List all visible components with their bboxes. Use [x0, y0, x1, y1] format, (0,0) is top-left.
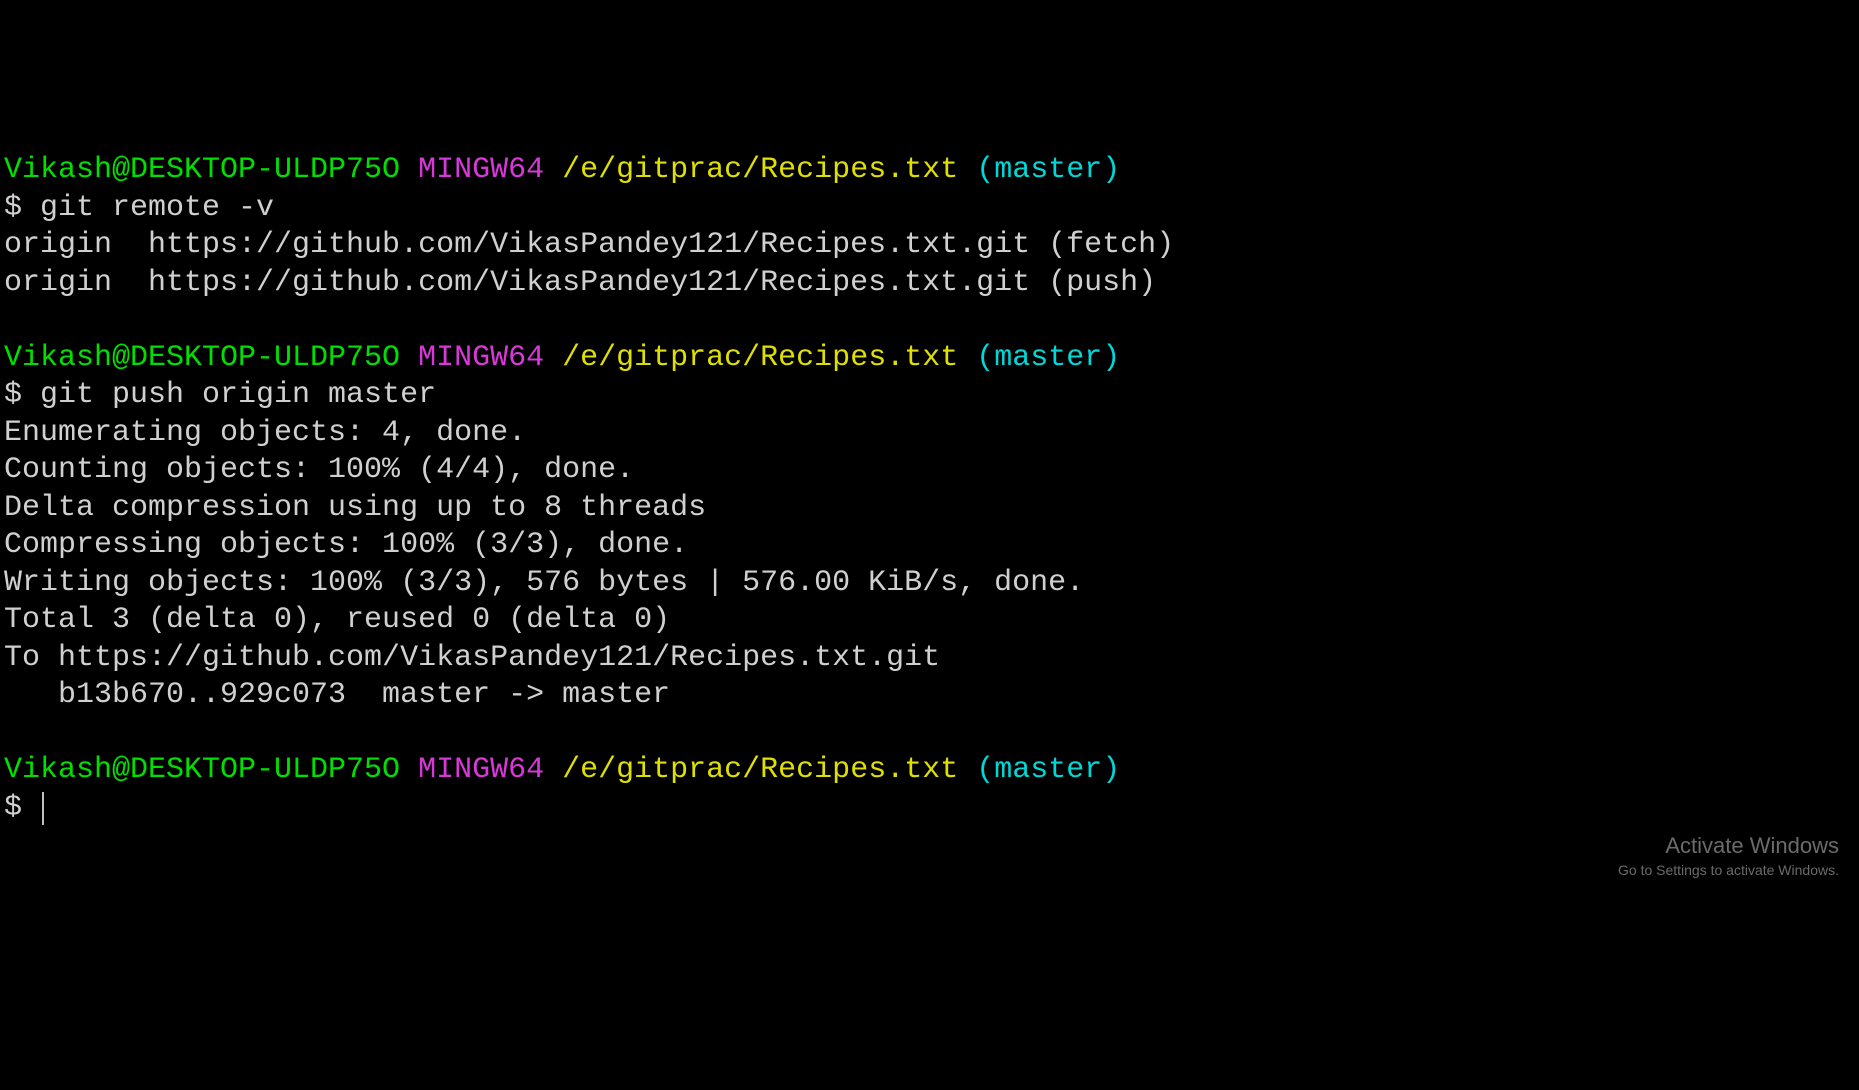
output-line: Enumerating objects: 4, done.	[4, 415, 1855, 453]
output-line: Writing objects: 100% (3/3), 576 bytes |…	[4, 565, 1855, 603]
windows-activation-watermark: Activate Windows Go to Settings to activ…	[1618, 832, 1839, 879]
output-line: origin https://github.com/VikasPandey121…	[4, 265, 1855, 303]
prompt-line: Vikash@DESKTOP-ULDP75O MINGW64 /e/gitpra…	[4, 340, 1855, 378]
prompt-env: MINGW64	[418, 153, 544, 187]
watermark-subtitle: Go to Settings to activate Windows.	[1618, 862, 1839, 880]
output-line: b13b670..929c073 master -> master	[4, 677, 1855, 715]
prompt-user: Vikash@DESKTOP-ULDP75O	[4, 153, 400, 187]
output-line: Compressing objects: 100% (3/3), done.	[4, 527, 1855, 565]
output-line: Delta compression using up to 8 threads	[4, 490, 1855, 528]
output-line: origin https://github.com/VikasPandey121…	[4, 227, 1855, 265]
prompt-env: MINGW64	[418, 341, 544, 375]
prompt-line: Vikash@DESKTOP-ULDP75O MINGW64 /e/gitpra…	[4, 752, 1855, 790]
command-line: $ git remote -v	[4, 190, 1855, 228]
blank-line	[4, 302, 1855, 340]
command-line: $	[4, 790, 1855, 828]
output-line: To https://github.com/VikasPandey121/Rec…	[4, 640, 1855, 678]
output-line: Counting objects: 100% (4/4), done.	[4, 452, 1855, 490]
cursor	[42, 792, 44, 825]
prompt-path: /e/gitprac/Recipes.txt	[562, 341, 958, 375]
prompt-branch: (master)	[976, 153, 1120, 187]
prompt-branch: (master)	[976, 753, 1120, 787]
watermark-title: Activate Windows	[1618, 832, 1839, 860]
prompt-symbol: $	[4, 791, 40, 825]
terminal-output[interactable]: Vikash@DESKTOP-ULDP75O MINGW64 /e/gitpra…	[4, 152, 1855, 827]
prompt-env: MINGW64	[418, 753, 544, 787]
output-line: Total 3 (delta 0), reused 0 (delta 0)	[4, 602, 1855, 640]
prompt-path: /e/gitprac/Recipes.txt	[562, 153, 958, 187]
prompt-user: Vikash@DESKTOP-ULDP75O	[4, 753, 400, 787]
prompt-branch: (master)	[976, 341, 1120, 375]
command-line: $ git push origin master	[4, 377, 1855, 415]
blank-line	[4, 715, 1855, 753]
prompt-path: /e/gitprac/Recipes.txt	[562, 753, 958, 787]
prompt-line: Vikash@DESKTOP-ULDP75O MINGW64 /e/gitpra…	[4, 152, 1855, 190]
prompt-user: Vikash@DESKTOP-ULDP75O	[4, 341, 400, 375]
